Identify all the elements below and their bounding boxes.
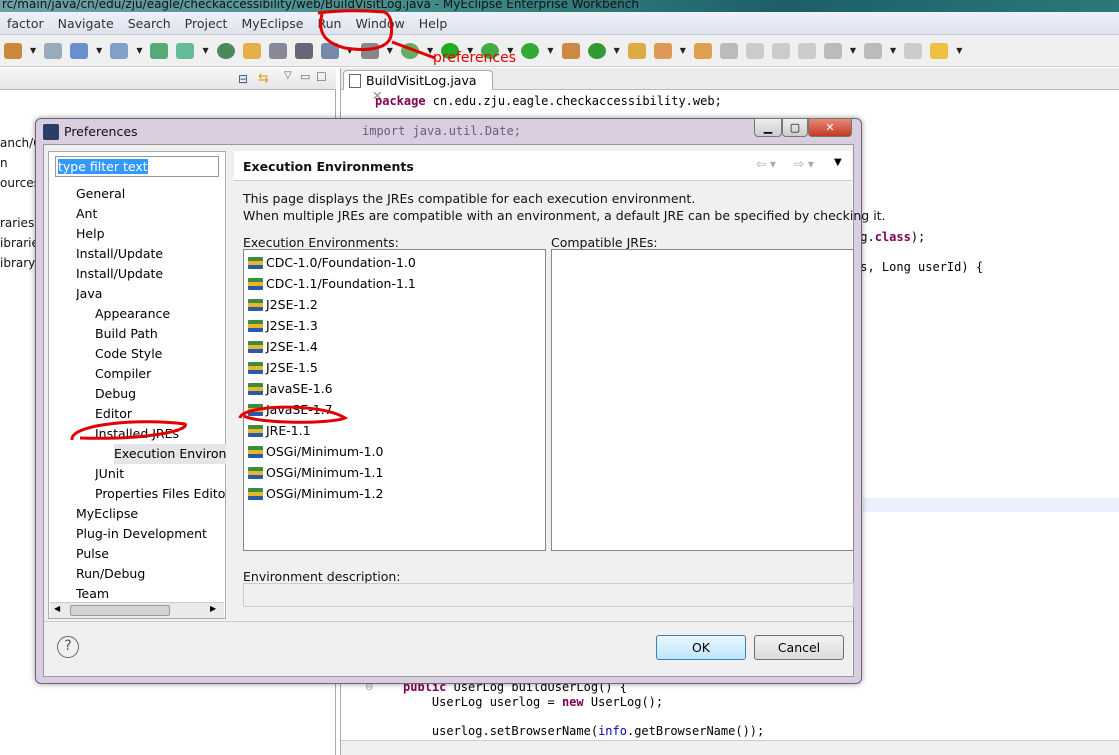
annotation-circle-installed-jres bbox=[70, 420, 187, 441]
annotation-line bbox=[391, 40, 436, 60]
red-annotations: preferences bbox=[70, 9, 516, 441]
annotation-text: preferences bbox=[433, 50, 516, 66]
annotation-circle-window bbox=[317, 9, 394, 51]
code-line-behind-dialog: import java.util.Date; bbox=[362, 124, 521, 138]
annotation-circle-javase17 bbox=[238, 405, 349, 424]
